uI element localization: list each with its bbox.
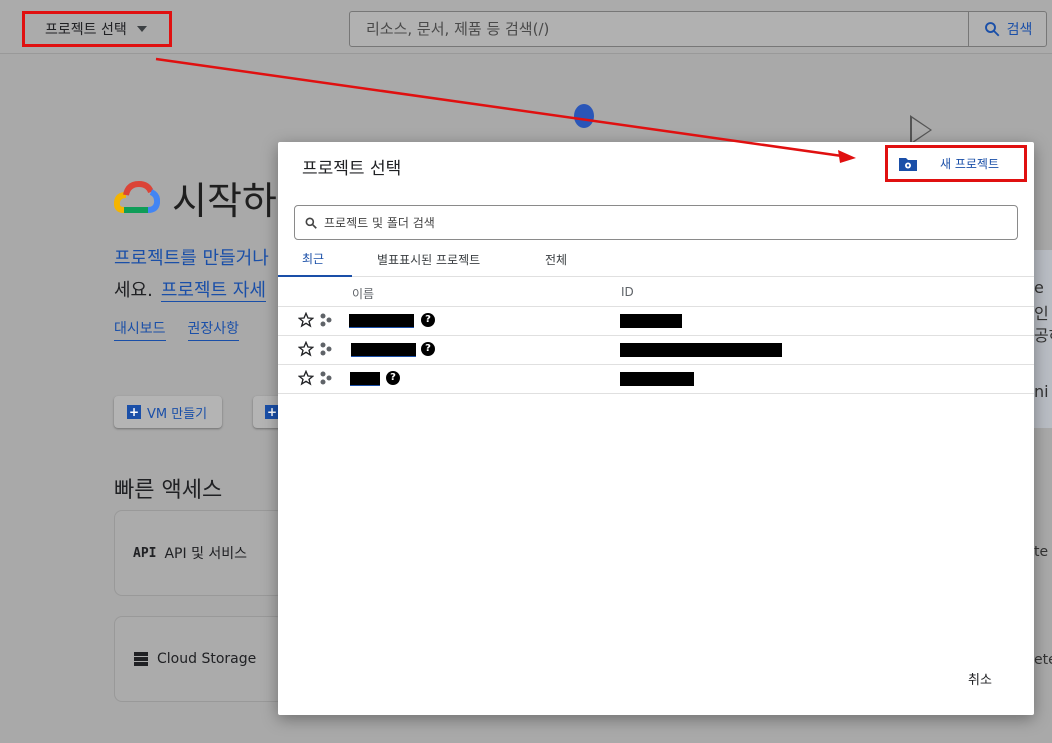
fragment-text: 인 [1034,304,1049,323]
dashboard-link[interactable]: 대시보드 [114,318,166,341]
project-type-icon [320,342,332,356]
fragment-text: ni [1034,382,1049,401]
table-row[interactable]: ? [278,336,1034,365]
recommendations-link[interactable]: 권장사항 [187,318,240,341]
project-search-input[interactable] [324,215,1017,230]
create-project-link[interactable]: 프로젝트를 만들거나 [114,244,269,270]
decorative-triangle [910,115,932,145]
caret-down-icon [136,26,147,32]
help-icon[interactable]: ? [421,313,435,327]
star-icon[interactable] [298,370,314,386]
folder-settings-icon [899,157,917,171]
quick-access-title: 빠른 액세스 [114,478,223,503]
project-type-icon [320,371,332,385]
fragment-text: e [1034,278,1044,297]
tab-all[interactable]: 전체 [545,242,567,277]
column-header-id: ID [621,285,634,299]
star-icon[interactable] [298,341,314,357]
card-label: Cloud Storage [157,651,257,667]
page-title-text: 시작하 [172,179,277,223]
cancel-button[interactable]: 취소 [968,669,992,688]
quick-access-card-api[interactable]: API API 및 서비스 [114,510,284,596]
project-details-link[interactable]: 프로젝트 자세 [160,280,266,302]
decorative-shape [574,104,594,128]
project-id [620,372,694,386]
column-header-name: 이름 [352,287,375,301]
create-vm-label: VM 만들기 [147,406,208,422]
new-project-button[interactable]: 새 프로젝트 [885,145,1027,182]
top-bar: 프로젝트 선택 검색 [0,0,1052,54]
dialog-title: 프로젝트 선택 [302,159,402,179]
fragment-text: te [1034,544,1049,560]
table-row[interactable]: ? [278,307,1034,336]
table-row[interactable]: ? [278,365,1034,394]
table-header: 이름 ID [278,278,1034,307]
star-icon[interactable] [298,312,314,328]
project-name-link[interactable] [349,314,414,328]
new-project-label: 새 프로젝트 [940,157,1000,171]
project-name-link[interactable] [351,343,416,357]
right-panel-fragment: e 인 공하 ni [1034,250,1052,428]
project-name-link[interactable] [350,372,380,386]
storage-icon [134,652,148,666]
google-cloud-logo-icon [114,180,160,213]
help-icon[interactable]: ? [386,371,400,385]
global-search: 검색 [349,11,1047,47]
api-icon: API [133,545,157,561]
global-search-input[interactable] [350,12,968,46]
project-picker-button[interactable]: 프로젝트 선택 [22,11,172,47]
search-button-label: 검색 [1006,22,1033,38]
search-icon [305,217,317,229]
project-type-icon [320,313,332,327]
page-title: 시작하 [114,170,277,225]
project-picker-label: 프로젝트 선택 [45,22,127,38]
search-icon [984,22,1000,37]
quick-access-card-storage[interactable]: Cloud Storage [114,616,284,702]
create-vm-button[interactable]: + VM 만들기 [114,396,222,428]
intro-text: 세요. 프로젝트 자세 [114,276,266,302]
project-id [620,343,782,357]
dialog-tabs: 최근 별표표시된 프로젝트 전체 [278,242,1034,277]
project-id [620,314,682,328]
project-search [294,205,1018,240]
fragment-text: ete [1034,652,1052,668]
quick-links: 대시보드 권장사항 [114,318,240,341]
card-label: API 및 서비스 [164,546,248,562]
tab-starred[interactable]: 별표표시된 프로젝트 [377,242,480,277]
fragment-text: 공하 [1034,326,1052,345]
plus-icon: + [127,405,141,419]
plus-icon: + [265,405,279,419]
intro-text-suffix: 세요. [114,280,153,301]
help-icon[interactable]: ? [421,342,435,356]
search-button[interactable]: 검색 [968,12,1046,46]
project-select-dialog: 프로젝트 선택 새 프로젝트 최근 별표표시된 프로젝트 전체 이름 ID ? … [278,142,1034,715]
tab-recent[interactable]: 최근 [278,242,352,277]
